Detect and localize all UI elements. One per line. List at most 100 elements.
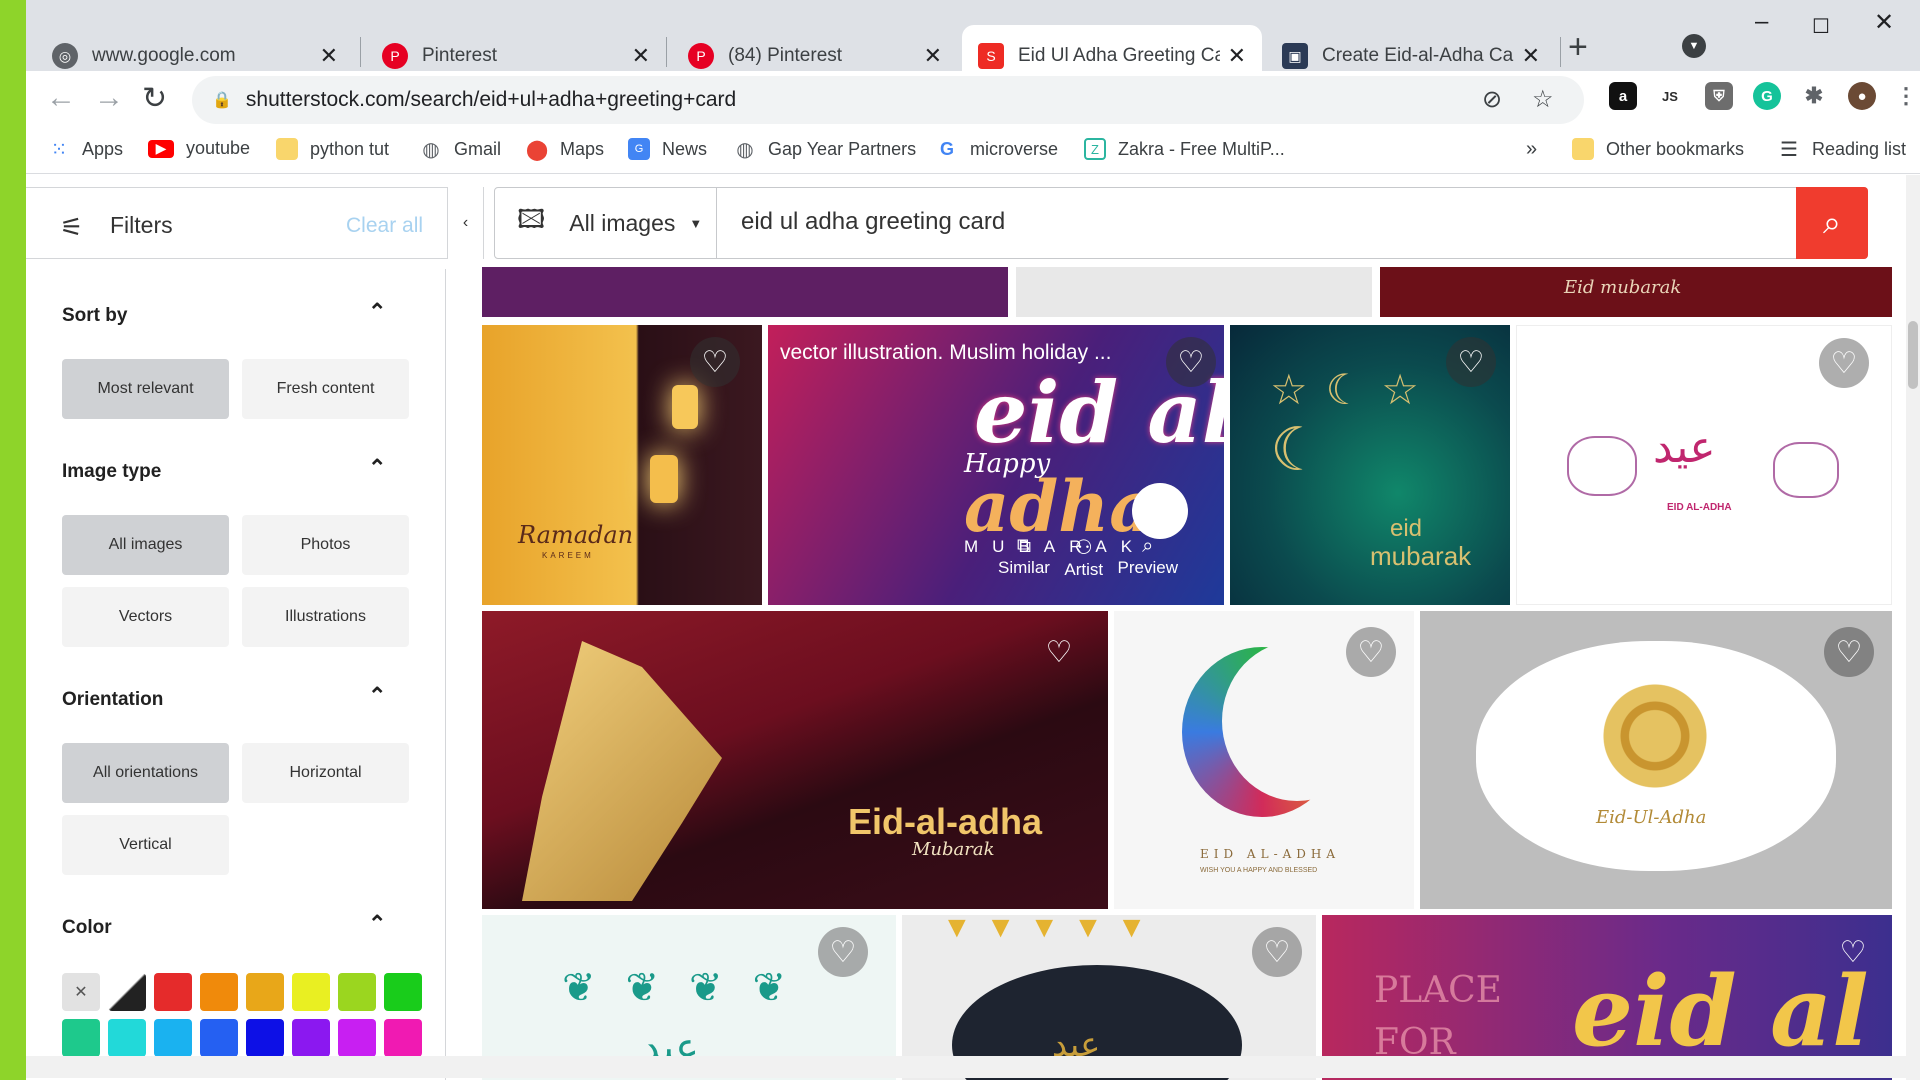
favorite-heart-icon[interactable]: ♡ [1252,927,1302,977]
color-swatch[interactable] [246,973,284,1011]
color-swatch[interactable] [384,1019,422,1057]
result-card[interactable] [482,267,1008,317]
chevron-up-icon[interactable]: ⌃ [368,911,386,937]
color-swatch[interactable] [292,973,330,1011]
chevron-up-icon[interactable]: ⌃ [368,299,386,325]
extension-icon[interactable]: a [1609,82,1637,110]
close-icon[interactable]: ✕ [924,43,942,69]
artist-button[interactable]: ⚇ Artist [1064,535,1103,595]
shield-icon[interactable]: ⛨ [1705,82,1733,110]
close-icon[interactable]: ✕ [632,43,650,69]
favorite-heart-icon[interactable]: ♡ [1034,627,1084,677]
js-extension-icon[interactable]: JS [1656,82,1684,110]
result-card[interactable] [1016,267,1372,317]
orientation-all[interactable]: All orientations [62,743,229,803]
tab-search-icon[interactable]: ▼ [1682,34,1706,58]
card-text: Mubarak [912,839,995,860]
address-bar[interactable]: 🔒 shutterstock.com/search/eid+ul+adha+gr… [192,76,1584,124]
color-swatch[interactable] [338,1019,376,1057]
search-input[interactable]: eid ul adha greeting card [741,208,1005,236]
reading-list[interactable]: ☰ Reading list [1778,138,1906,161]
chevron-up-icon[interactable]: ⌃ [368,455,386,481]
scrollbar-thumb[interactable] [1908,321,1918,389]
bookmark-youtube[interactable]: ▶ youtube [148,138,250,159]
favorite-heart-icon[interactable]: ♡ [1824,627,1874,677]
bookmark-star-icon[interactable]: ☆ [1532,85,1554,114]
color-swatch[interactable] [62,1019,100,1057]
horizontal-scrollbar[interactable] [26,1056,1920,1078]
favorite-heart-icon[interactable]: ♡ [818,927,868,977]
sort-most-relevant[interactable]: Most relevant [62,359,229,419]
result-card-crescent[interactable]: EID AL-ADHA WISH YOU A HAPPY AND BLESSED… [1114,611,1414,909]
chevron-up-icon[interactable]: ⌃ [368,683,386,709]
color-swatch[interactable] [292,1019,330,1057]
type-photos[interactable]: Photos [242,515,409,575]
clear-all-link[interactable]: Clear all [346,214,423,238]
result-card-ramadan[interactable]: Ramadan KAREEM ♡ [482,325,762,605]
lock-icon: 🔒 [212,92,232,109]
type-vectors[interactable]: Vectors [62,587,229,647]
minimize-button[interactable]: – [1755,8,1768,36]
menu-kebab-icon[interactable]: ⋮ [1892,82,1920,110]
result-card-eid-mubarak-green[interactable]: ☆☾☆ ☾ eid mubarak ♡ [1230,325,1510,605]
image-type-dropdown[interactable]: 🖾 All images ▼ [495,188,717,258]
back-icon[interactable]: ← [46,81,76,115]
extensions-puzzle-icon[interactable]: ✱ [1800,82,1828,110]
favorite-heart-icon[interactable]: ♡ [1819,338,1869,388]
color-swatch[interactable] [200,1019,238,1057]
close-icon[interactable]: ✕ [320,43,338,69]
grammarly-icon[interactable]: G [1753,82,1781,110]
vertical-scrollbar[interactable] [1906,175,1920,1080]
result-card-eid-al-adha-sheep[interactable]: ﻋﻴﺪ EID AL-ADHA ♡ [1516,325,1892,605]
avatar[interactable]: ● [1848,82,1876,110]
favorite-heart-icon[interactable]: ♡ [1446,337,1496,387]
color-swatch[interactable] [200,973,238,1011]
bookmark-other[interactable]: Other bookmarks [1572,138,1744,160]
color-swatch[interactable] [108,1019,146,1057]
bookmark-python-tut[interactable]: python tut [276,138,389,160]
color-swatch[interactable] [384,973,422,1011]
favorite-heart-icon[interactable]: ♡ [690,337,740,387]
color-swatch[interactable] [338,973,376,1011]
preview-button[interactable]: ⌕ Preview [1118,535,1178,595]
reload-icon[interactable]: ↻ [142,81,167,116]
search-button[interactable]: ⌕ [1796,187,1868,259]
bookmark-microverse[interactable]: Gmicroverse [936,138,1058,160]
tracking-off-icon[interactable]: ⊘ [1482,85,1502,114]
filters-title: Filters [110,212,173,238]
close-icon[interactable]: ✕ [1228,43,1246,69]
zakra-icon: Z [1084,138,1106,160]
forward-icon[interactable]: → [94,81,124,115]
close-icon[interactable]: ✕ [1522,43,1540,69]
color-swatch[interactable] [246,1019,284,1057]
result-card-eid-ul-adha-sheep[interactable]: Eid-Ul-Adha ♡ [1420,611,1892,909]
bookmark-maps[interactable]: ⬤ Maps [526,138,604,161]
favorite-heart-icon[interactable]: ♡ [1166,337,1216,387]
type-illustrations[interactable]: Illustrations [242,587,409,647]
color-bw-swatch[interactable] [108,973,146,1011]
result-card-eid-al-adha-goat[interactable]: Eid-al-adha Mubarak ♡ [482,611,1108,909]
color-swatch[interactable] [154,973,192,1011]
bookmark-gmail[interactable]: ◍ Gmail [420,138,501,161]
orientation-horizontal[interactable]: Horizontal [242,743,409,803]
bookmark-news[interactable]: G News [628,138,707,160]
orientation-vertical[interactable]: Vertical [62,815,229,875]
favorite-heart-icon[interactable]: ♡ [1346,627,1396,677]
maximize-button[interactable]: ☐ [1812,14,1830,39]
bookmarks-overflow-button[interactable]: » [1526,138,1537,161]
bookmark-apps[interactable]: ⁙ Apps [48,138,123,161]
result-card-eid-al-adha-hover[interactable]: vector illustration. Muslim holiday ... … [768,325,1224,605]
result-card[interactable]: Eid mubarak [1380,267,1892,317]
color-none-swatch[interactable]: ✕ [62,973,100,1011]
collapse-filters-button[interactable]: ‹ [447,187,483,259]
new-tab-button[interactable]: + [1568,28,1588,67]
bookmark-zakra[interactable]: Z Zakra - Free MultiP... [1084,138,1285,160]
color-swatch[interactable] [154,1019,192,1057]
similar-button[interactable]: ⧉ Similar [998,535,1050,595]
type-all-images[interactable]: All images [62,515,229,575]
tab-title: Pinterest [422,45,497,66]
sort-fresh-content[interactable]: Fresh content [242,359,409,419]
bookmark-gap-year[interactable]: ◍ Gap Year Partners [734,138,916,161]
window-close-button[interactable]: ✕ [1874,8,1894,37]
favorite-heart-icon[interactable]: ♡ [1828,927,1878,977]
